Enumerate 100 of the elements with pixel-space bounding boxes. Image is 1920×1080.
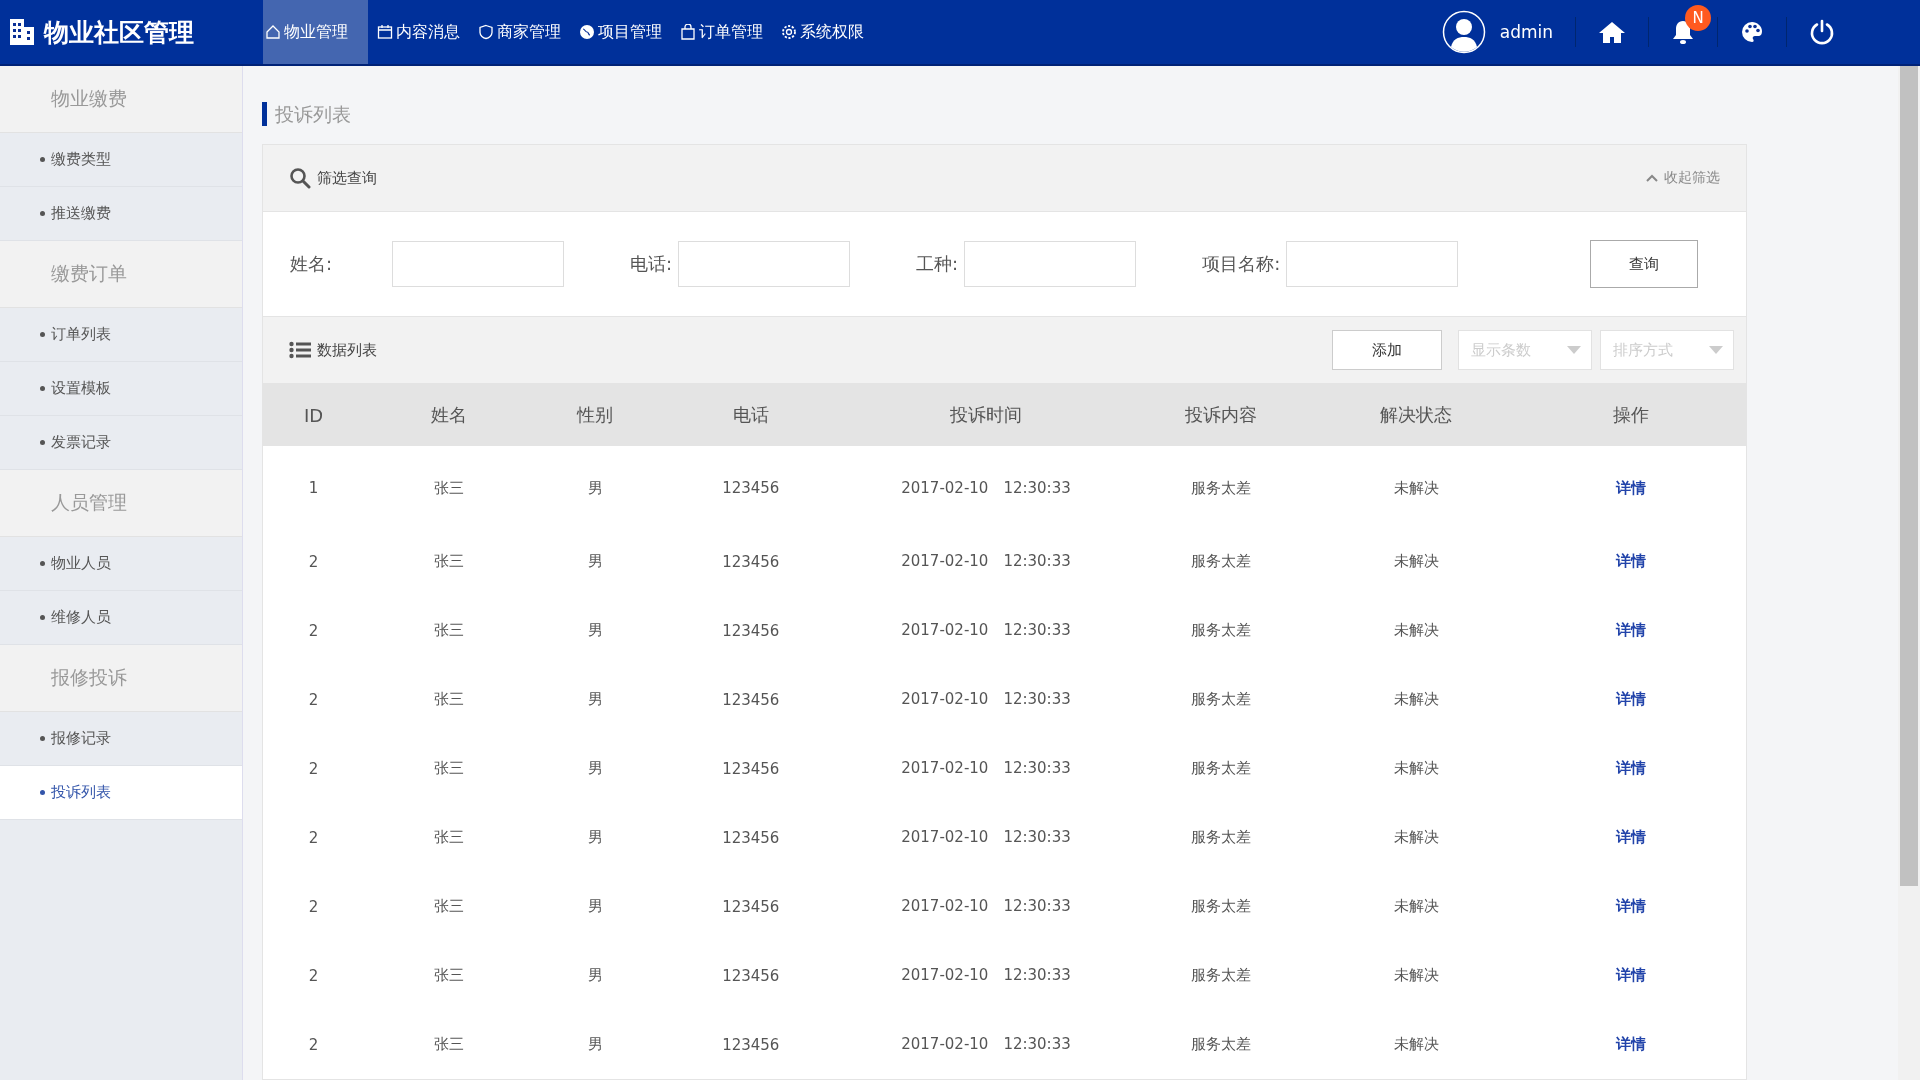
table-cell: 2 [308, 828, 319, 847]
details-link[interactable]: 详情 [1616, 966, 1647, 984]
table-cell: 123456 [722, 621, 780, 640]
bullet-icon [40, 615, 45, 620]
table-cell: 张三 [434, 690, 465, 708]
column-header: 操作 [1516, 384, 1746, 446]
field-label: 工种: [916, 252, 959, 276]
table-cell: 2 [308, 966, 319, 985]
table-cell: 2017-02-10 12:30:33 [901, 759, 1071, 777]
field-label: 项目名称: [1202, 252, 1281, 276]
query-button[interactable]: 查询 [1590, 240, 1698, 288]
bell-icon[interactable] [1671, 19, 1695, 45]
power-icon[interactable] [1809, 19, 1835, 45]
details-link[interactable]: 详情 [1616, 1035, 1647, 1053]
table-cell: 2017-02-10 12:30:33 [901, 828, 1071, 846]
details-link[interactable]: 详情 [1616, 621, 1647, 639]
table-cell: 未解决 [1393, 552, 1439, 570]
bag-icon [680, 24, 696, 40]
nav-tab[interactable]: 商家管理 [469, 0, 570, 64]
table-cell: 123456 [722, 828, 780, 847]
column-header: 电话 [655, 384, 847, 446]
bullet-icon [40, 440, 45, 445]
table-cell: 张三 [434, 966, 465, 984]
table-cell: 张三 [434, 621, 465, 639]
column-header: 投诉内容 [1125, 384, 1317, 446]
bullet-icon [40, 736, 45, 741]
table-cell: 男 [587, 690, 603, 708]
nav-tab[interactable]: 内容消息 [368, 0, 469, 64]
table-cell: 男 [587, 828, 603, 846]
table-cell: 2017-02-10 12:30:33 [901, 1035, 1071, 1053]
add-button[interactable]: 添加 [1332, 330, 1442, 370]
input-field[interactable] [1286, 241, 1459, 287]
table-cell: 2 [308, 897, 319, 916]
table-cell: 2017-02-10 12:30:33 [901, 621, 1071, 639]
table-cell: 服务太差 [1190, 478, 1251, 497]
table-cell: 2017-02-10 12:30:33 [901, 690, 1071, 708]
scrollbar[interactable] [1898, 66, 1920, 1080]
table-cell: 2017-02-10 12:30:33 [901, 897, 1071, 915]
table-cell: 123456 [722, 690, 780, 709]
table-cell: 服务太差 [1190, 966, 1251, 984]
sidebar-item[interactable]: 投诉列表 [0, 766, 242, 820]
column-header: 解决状态 [1316, 384, 1517, 446]
app-title: 物业社区管理 [44, 16, 194, 49]
table-cell: 2 [308, 1035, 319, 1054]
caret-icon [1567, 346, 1581, 354]
home-icon[interactable] [1598, 20, 1626, 44]
table-cell: 2017-02-10 12:30:33 [901, 966, 1071, 984]
table-cell: 123456 [722, 552, 780, 571]
table-cell: 男 [587, 897, 603, 915]
details-link[interactable]: 详情 [1616, 690, 1647, 708]
details-link[interactable]: 详情 [1616, 552, 1647, 570]
list-icon [289, 341, 311, 359]
table-cell: 张三 [434, 759, 465, 777]
table-cell: 张三 [434, 552, 465, 570]
input-field[interactable] [964, 241, 1137, 287]
bullet-icon [40, 211, 45, 216]
table-cell: 男 [587, 1035, 603, 1053]
table-cell: 123456 [722, 966, 780, 985]
nav-tab[interactable]: 物业管理 [263, 0, 368, 64]
table-cell: 张三 [434, 828, 465, 846]
table-cell: 服务太差 [1190, 552, 1251, 570]
details-link[interactable]: 详情 [1616, 828, 1647, 846]
table-cell: 服务太差 [1190, 897, 1251, 915]
table-cell: 123456 [722, 897, 780, 916]
input-field[interactable] [678, 241, 851, 287]
table-cell: 2017-02-10 12:30:33 [901, 552, 1071, 570]
nav-tab[interactable]: 订单管理 [671, 0, 772, 64]
details-link[interactable]: 详情 [1616, 759, 1647, 777]
table-cell: 2017-02-10 12:30:33 [901, 478, 1071, 497]
search-icon [289, 167, 311, 189]
nav-tab[interactable]: 项目管理 [570, 0, 671, 64]
bullet-icon [40, 332, 45, 337]
table-cell: 服务太差 [1190, 759, 1251, 777]
table-cell: 男 [587, 966, 603, 984]
field-label: 姓名: [290, 252, 334, 276]
list-title: 数据列表 [317, 340, 377, 360]
table-cell: 张三 [434, 478, 465, 497]
table-cell: 男 [587, 759, 603, 777]
bullet-icon [40, 386, 45, 391]
bullet-icon [40, 790, 45, 795]
table-cell: 未解决 [1393, 690, 1439, 708]
user-name[interactable]: admin [1499, 22, 1553, 42]
table-cell: 未解决 [1393, 897, 1439, 915]
user-avatar-icon[interactable] [1441, 10, 1486, 54]
palette-icon[interactable] [1740, 20, 1764, 44]
details-link[interactable]: 详情 [1616, 897, 1647, 915]
calendar-icon [377, 24, 393, 40]
table-cell: 2 [308, 621, 319, 640]
nav-tab[interactable]: 系统权限 [772, 0, 873, 64]
table-cell: 未解决 [1393, 828, 1439, 846]
shield-icon [478, 24, 494, 40]
table-cell: 123456 [722, 759, 780, 778]
table-cell: 123456 [722, 479, 780, 497]
details-link[interactable]: 详情 [1616, 478, 1647, 497]
chevron-up-icon [1646, 174, 1658, 182]
bullet-icon [40, 561, 45, 566]
input-field[interactable] [392, 241, 564, 287]
table-cell: 未解决 [1393, 621, 1439, 639]
column-header: ID [263, 384, 365, 446]
table-cell: 未解决 [1393, 1035, 1439, 1053]
